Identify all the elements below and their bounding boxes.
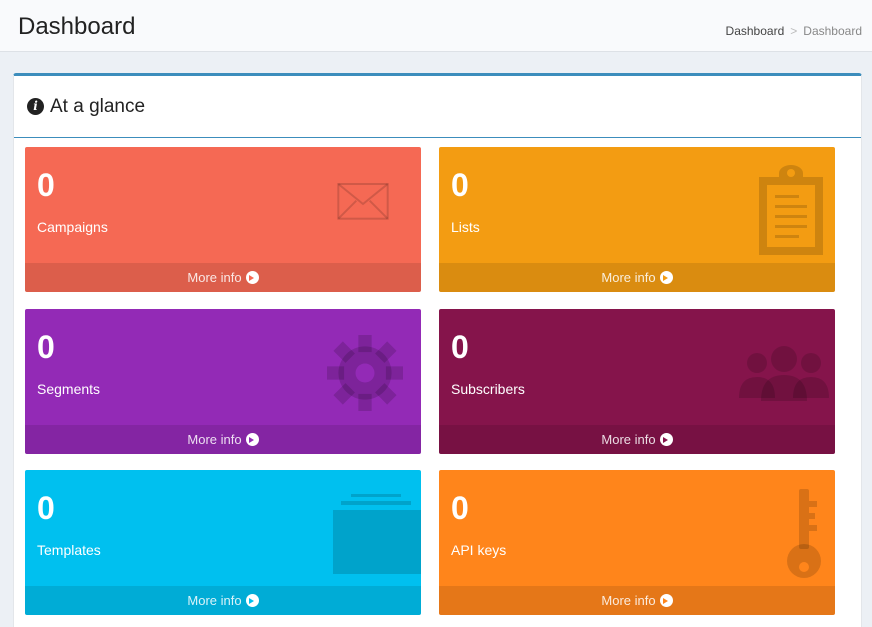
tile-lists: 0 Lists More info [439, 147, 835, 292]
key-icon [787, 489, 821, 578]
breadcrumb: Dashboard > Dashboard [726, 24, 862, 38]
page-title: Dashboard [18, 13, 136, 40]
tile-templates: 0 Templates More info [25, 470, 421, 615]
box-header: i At a glance [14, 76, 861, 138]
envelope-icon [337, 183, 389, 220]
info-circle-icon: i [27, 98, 44, 115]
tile-label: API keys [451, 542, 507, 558]
tile-count: 0 [451, 490, 469, 526]
breadcrumb-link-dashboard[interactable]: Dashboard [726, 24, 785, 38]
tile-subscribers: 0 Subscribers More info [439, 309, 835, 454]
more-info-text: More info [187, 270, 242, 285]
users-icon [739, 346, 829, 401]
clipboard-icon [759, 165, 823, 255]
arrow-circle-right-icon [659, 271, 673, 284]
box-title-text: At a glance [50, 95, 146, 117]
more-info-text: More info [601, 432, 656, 447]
more-info-link[interactable]: More info [439, 425, 835, 454]
folder-stack-icon [333, 494, 421, 574]
more-info-link[interactable]: More info [439, 263, 835, 292]
tile-label: Templates [37, 542, 101, 558]
arrow-circle-right-icon [659, 433, 673, 446]
tile-segments: 0 Segments More info [25, 309, 421, 454]
breadcrumb-separator: > [790, 24, 798, 38]
page-header: Dashboard Dashboard > Dashboard [0, 0, 872, 52]
tile-label: Campaigns [37, 219, 108, 235]
tile-label: Subscribers [451, 381, 525, 397]
tile-campaigns: 0 Campaigns More info [25, 147, 421, 292]
arrow-circle-right-icon [245, 433, 259, 446]
more-info-text: More info [601, 270, 656, 285]
gear-icon [327, 335, 403, 411]
more-info-text: More info [601, 593, 656, 608]
tile-count: 0 [451, 329, 469, 365]
more-info-link[interactable]: More info [439, 586, 835, 615]
tile-count: 0 [37, 167, 55, 203]
tile-count: 0 [37, 329, 55, 365]
arrow-circle-right-icon [245, 271, 259, 284]
tile-count: 0 [37, 490, 55, 526]
breadcrumb-current: Dashboard [803, 24, 862, 38]
more-info-text: More info [187, 432, 242, 447]
arrow-circle-right-icon [659, 594, 673, 607]
tile-api-keys: 0 API keys More info [439, 470, 835, 615]
more-info-link[interactable]: More info [25, 425, 421, 454]
tile-count: 0 [451, 167, 469, 203]
tile-label: Lists [451, 219, 480, 235]
tile-label: Segments [37, 381, 101, 397]
arrow-circle-right-icon [245, 594, 259, 607]
more-info-link[interactable]: More info [25, 586, 421, 615]
more-info-link[interactable]: More info [25, 263, 421, 292]
box-title: i At a glance [27, 96, 145, 118]
more-info-text: More info [187, 593, 242, 608]
